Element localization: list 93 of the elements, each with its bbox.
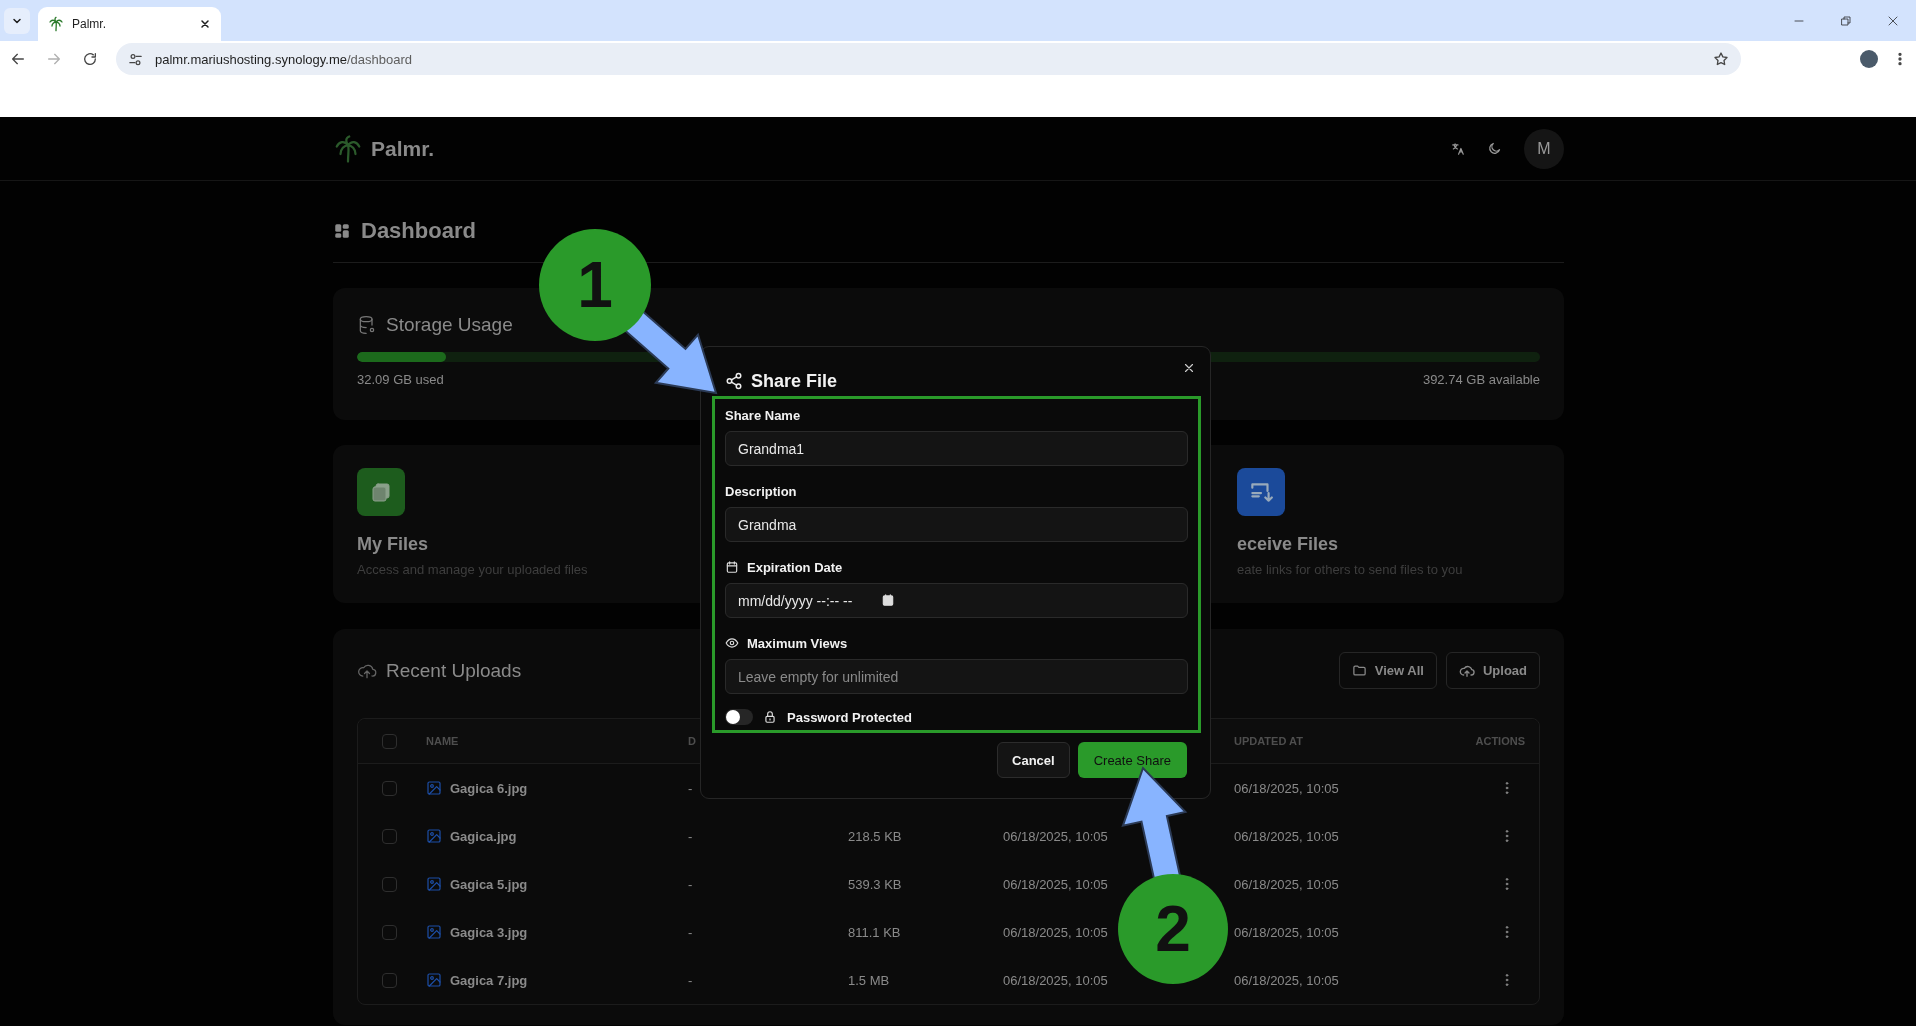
folder-icon (1351, 663, 1367, 678)
calendar-icon (881, 593, 895, 607)
file-name: Gagica 6.jpg (450, 780, 528, 796)
used-label: 32.09 GB used (357, 372, 444, 387)
field-label: Share Name (725, 407, 801, 423)
reload-icon (82, 51, 98, 67)
close-button[interactable] (1182, 361, 1196, 375)
table-cell-text: 06/18/2025, 10:05 (1233, 924, 1339, 940)
view-all-button[interactable]: View All (1338, 652, 1437, 689)
action-tile[interactable] (357, 468, 405, 516)
moon-icon (1487, 141, 1502, 156)
column-header: ACTIONS (1474, 735, 1526, 747)
profile-avatar[interactable] (1860, 50, 1878, 68)
toggle-switch[interactable] (725, 709, 753, 725)
browser-tab[interactable]: Palmr. (38, 7, 221, 41)
file-name: Gagica.jpg (450, 828, 517, 844)
table-cell-text: 1.5 MB (847, 972, 890, 988)
date-field[interactable]: mm/dd/yyyy --:-- -- (725, 583, 1188, 618)
close-icon (199, 18, 211, 30)
checkbox[interactable] (382, 733, 397, 749)
table-cell-text: 06/18/2025, 10:05 (1233, 828, 1339, 844)
checkbox[interactable] (382, 828, 397, 844)
available-label: 392.74 GB available (1422, 372, 1540, 387)
file-name: Gagica 3.jpg (450, 924, 528, 940)
user-avatar[interactable]: M (1524, 128, 1564, 169)
folders-icon (369, 480, 393, 504)
image-icon (426, 924, 442, 940)
tune-icon (128, 51, 143, 67)
column-header: UPDATED AT (1233, 735, 1303, 747)
address-bar[interactable]: palmr.mariushosting.synology.me/dashboard (116, 43, 1741, 75)
action-title: My Files (357, 534, 430, 555)
card-title: Recent Uploads (386, 659, 522, 682)
table-cell-text: 06/18/2025, 10:05 (1002, 876, 1108, 892)
tab-title: Palmr. (72, 17, 107, 31)
image-icon (426, 972, 442, 988)
field-label: Maximum Views (747, 635, 848, 651)
star-icon (1713, 51, 1729, 67)
checkbox[interactable] (382, 876, 397, 892)
action-tile[interactable] (1237, 468, 1285, 516)
table-cell-text: 811.1 KB (847, 924, 901, 940)
file-name: Gagica 5.jpg (450, 876, 528, 892)
forward-icon (46, 51, 62, 67)
translate-icon (1451, 141, 1465, 156)
upload-button[interactable]: Upload (1445, 652, 1540, 689)
close-icon (1182, 361, 1196, 375)
restore-icon (1839, 14, 1852, 27)
checkbox[interactable] (382, 780, 397, 796)
dashboard-icon (333, 222, 351, 240)
palm-logo-icon (333, 133, 363, 164)
table-cell-text: 06/18/2025, 10:05 (1233, 876, 1339, 892)
input-field[interactable]: Grandma (725, 507, 1188, 542)
toggle-label: Password Protected (787, 709, 912, 725)
card-title: Storage Usage (386, 314, 513, 336)
image-icon (426, 780, 442, 796)
table-cell-text: 539.3 KB (847, 876, 902, 892)
dialog-title: Share File (751, 370, 838, 392)
create-share-button[interactable]: Create Share (1077, 742, 1187, 778)
back-icon (10, 51, 26, 67)
step-number-badge: 1 (539, 229, 651, 341)
table-cell-text: 06/18/2025, 10:05 (1233, 972, 1339, 988)
table-cell-text: - (687, 972, 693, 988)
checkbox[interactable] (382, 972, 397, 988)
action-title: eceive Files (1237, 534, 1340, 555)
input-field[interactable]: Grandma1 (725, 431, 1188, 466)
share-icon (725, 372, 743, 390)
url-text: palmr.mariushosting.synology.me/dashboard (155, 51, 413, 67)
table-cell-text: - (687, 780, 693, 796)
eye-icon (725, 636, 739, 650)
file-name: Gagica 7.jpg (450, 972, 528, 988)
column-header: NAME (425, 735, 459, 747)
field-label: Description (725, 483, 797, 499)
checkbox[interactable] (382, 924, 397, 940)
lock-icon (763, 710, 777, 724)
close-icon (1886, 14, 1899, 27)
table-cell-text: 06/18/2025, 10:05 (1233, 780, 1339, 796)
image-icon (426, 828, 442, 844)
app-logo-text: Palmr. (371, 136, 435, 161)
table-cell-text: 218.5 KB (847, 828, 902, 844)
field-label: Expiration Date (747, 559, 843, 575)
table-cell-text: 06/18/2025, 10:05 (1002, 972, 1108, 988)
database-icon (357, 315, 377, 335)
calendar-icon (725, 560, 739, 574)
table-cell-text: - (687, 924, 693, 940)
table-cell-text: - (687, 876, 693, 892)
table-cell-text: 06/18/2025, 10:05 (1002, 828, 1108, 844)
table-cell-text: 06/18/2025, 10:05 (1002, 924, 1108, 940)
palm-icon (48, 16, 64, 32)
page-title: Dashboard (361, 217, 476, 245)
image-icon (426, 876, 442, 892)
input-field[interactable]: Leave empty for unlimited (725, 659, 1188, 694)
table-cell-text: - (687, 828, 693, 844)
column-header: D (687, 735, 696, 747)
cancel-button[interactable]: Cancel (997, 742, 1070, 778)
